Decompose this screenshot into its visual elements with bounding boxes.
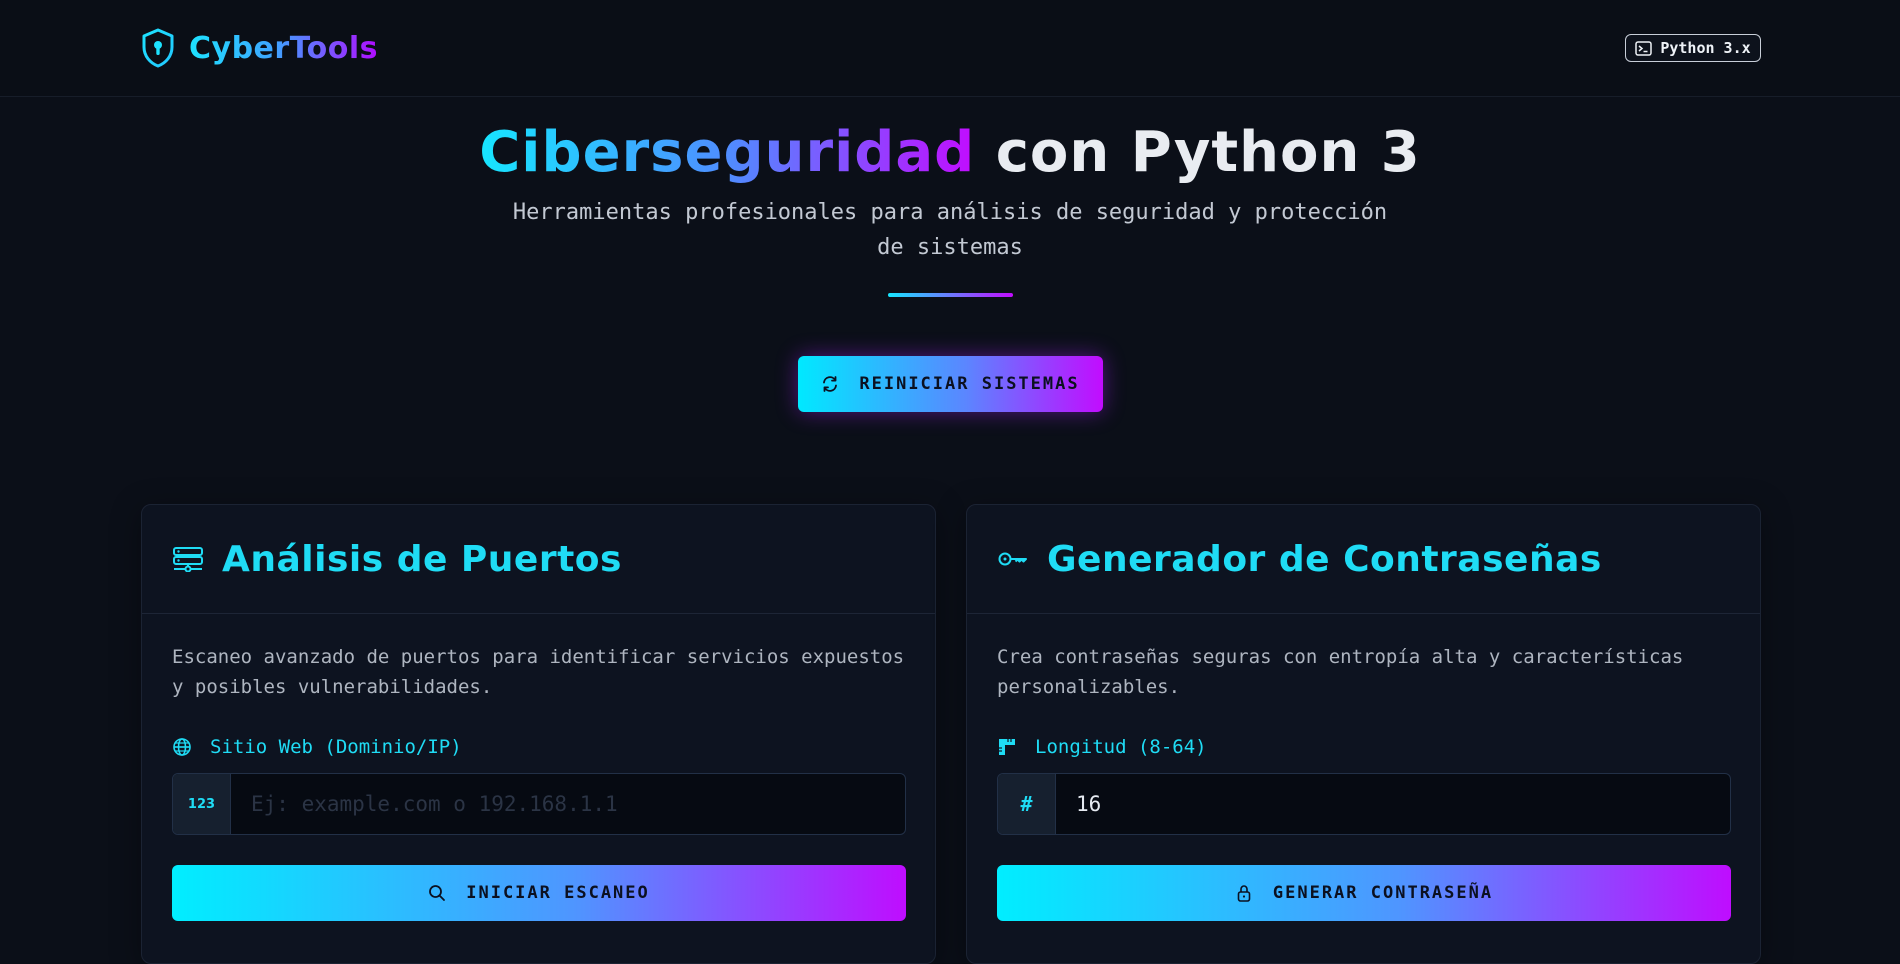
shield-keyhole-icon — [142, 28, 174, 68]
title-divider — [888, 293, 1013, 297]
password-generator-card: Generador de Contraseñas Crea contraseña… — [966, 504, 1761, 964]
ruler-icon — [999, 739, 1015, 755]
port-analysis-card: Análisis de Puertos Escaneo avanzado de … — [141, 504, 936, 964]
card-description: Crea contraseñas seguras con entropía al… — [997, 646, 1684, 698]
target-input-group: 123 — [172, 773, 906, 835]
terminal-icon — [1635, 40, 1653, 56]
card-title: Generador de Contraseñas — [1047, 538, 1602, 580]
navbar: CyberTools Python 3.x — [0, 0, 1900, 97]
title-highlight: Ciberseguridad — [479, 120, 976, 185]
target-label-text: Sitio Web (Dominio/IP) — [210, 736, 462, 758]
length-label-text: Longitud (8-64) — [1035, 736, 1207, 758]
reset-button-label: REINICIAR SISTEMAS — [859, 374, 1080, 394]
page-subtitle: Herramientas profesionales para análisis… — [512, 200, 1388, 260]
python-version-badge: Python 3.x — [1625, 34, 1761, 62]
lock-icon — [1237, 885, 1251, 902]
key-icon — [998, 552, 1027, 566]
numeric-prefix-icon: 123 — [173, 774, 231, 834]
brand-name: CyberTools — [189, 30, 379, 66]
scan-button-label: INICIAR ESCANEO — [466, 883, 650, 903]
card-header: Análisis de Puertos — [142, 505, 935, 614]
password-length-input[interactable] — [1056, 774, 1730, 834]
start-scan-button[interactable]: INICIAR ESCANEO — [172, 865, 906, 921]
search-icon — [429, 885, 446, 901]
reset-systems-button[interactable]: REINICIAR SISTEMAS — [798, 356, 1103, 412]
length-input-group: # — [997, 773, 1731, 835]
refresh-icon — [823, 376, 838, 392]
title-rest: con Python 3 — [975, 120, 1421, 185]
card-title: Análisis de Puertos — [222, 538, 622, 580]
card-description: Escaneo avanzado de puertos para identif… — [172, 646, 905, 698]
length-field-label: Longitud (8-64) — [997, 735, 1207, 759]
globe-icon — [173, 738, 191, 756]
hash-prefix-icon: # — [998, 774, 1056, 834]
python-version-text: Python 3.x — [1660, 39, 1751, 57]
server-network-icon — [173, 547, 203, 572]
generate-password-button[interactable]: GENERAR CONTRASEÑA — [997, 865, 1731, 921]
generate-button-label: GENERAR CONTRASEÑA — [1272, 883, 1494, 903]
card-header: Generador de Contraseñas — [967, 505, 1760, 614]
page-title: Ciberseguridad con Python 3 — [0, 120, 1900, 185]
target-host-input[interactable] — [231, 774, 905, 834]
target-field-label: Sitio Web (Dominio/IP) — [172, 735, 462, 759]
brand-logo-link[interactable]: CyberTools — [141, 26, 378, 70]
